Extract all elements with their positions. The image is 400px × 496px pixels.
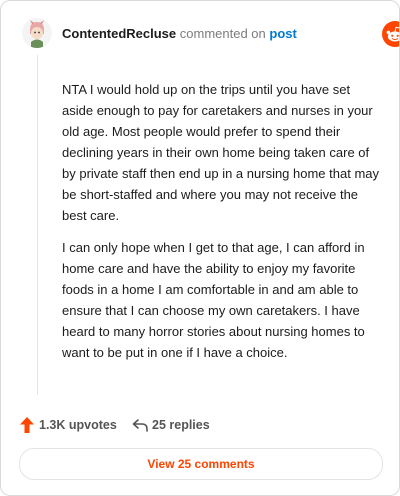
upvote-count: 1.3K upvotes xyxy=(39,418,117,432)
post-link[interactable]: post xyxy=(269,26,296,41)
thread-line xyxy=(37,55,38,395)
comment-paragraph: I can only hope when I get to that age, … xyxy=(62,240,365,360)
comment-body: NTA I would hold up on the trips until y… xyxy=(62,79,380,374)
reply-arrow-icon xyxy=(132,419,148,432)
comment-actions: 1.3K upvotes 25 replies xyxy=(20,415,380,435)
user-avatar[interactable] xyxy=(22,18,52,48)
replies-button[interactable]: 25 replies xyxy=(132,415,210,435)
reddit-snoo-icon xyxy=(382,21,399,47)
username-link[interactable]: ContentedRecluse xyxy=(62,26,176,41)
reply-count: 25 replies xyxy=(152,418,210,432)
action-text: commented on xyxy=(179,26,266,41)
comment-byline: ContentedRecluse commented on post xyxy=(62,26,297,42)
avatar-icon xyxy=(22,18,52,48)
comment-paragraph: NTA I would hold up on the trips until y… xyxy=(62,82,380,223)
view-comments-button[interactable]: View 25 comments xyxy=(19,448,383,480)
comment-card: ContentedRecluse commented on post reddi… xyxy=(0,0,400,496)
upvote-arrow-icon xyxy=(20,417,34,433)
comment-header: ContentedRecluse commented on post reddi… xyxy=(1,1,399,63)
upvote-button[interactable]: 1.3K upvotes xyxy=(20,415,117,435)
